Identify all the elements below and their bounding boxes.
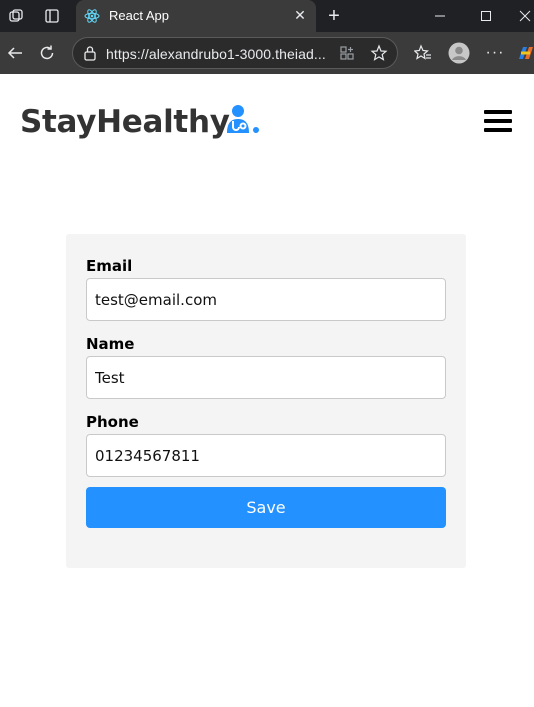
phone-label: Phone [86, 413, 139, 431]
browser-tab-strip: React App ✕ + [0, 0, 534, 32]
copilot-icon[interactable] [516, 38, 534, 68]
workspaces-icon[interactable] [4, 0, 28, 32]
address-url: https://alexandrubo1-3000.theiad... [106, 46, 326, 62]
profile-avatar-icon[interactable] [444, 38, 474, 68]
back-icon[interactable] [0, 38, 30, 68]
save-button[interactable]: Save [86, 487, 446, 528]
email-label: Email [86, 257, 133, 275]
minimize-icon[interactable] [428, 0, 452, 32]
tab-title: React App [109, 8, 169, 23]
name-label: Name [86, 335, 135, 353]
new-tab-icon[interactable]: + [322, 0, 346, 32]
close-window-icon[interactable] [516, 0, 534, 32]
email-field[interactable] [86, 278, 446, 321]
address-bar[interactable]: https://alexandrubo1-3000.theiad... [72, 37, 398, 69]
tab-actions-icon[interactable] [40, 0, 64, 32]
profile-form-card: Email Name Phone Save [66, 234, 466, 568]
favorites-icon[interactable] [408, 38, 438, 68]
name-field[interactable] [86, 356, 446, 399]
page-viewport: StayHealthy Email Name Phone Save [0, 74, 534, 707]
browser-toolbar: https://alexandrubo1-3000.theiad... ··· [0, 32, 534, 74]
lock-icon[interactable] [83, 45, 97, 66]
react-logo-icon [84, 8, 100, 24]
favorite-star-icon[interactable] [370, 44, 388, 67]
phone-field[interactable] [86, 434, 446, 477]
refresh-icon[interactable] [32, 38, 62, 68]
brand-logo-text[interactable]: StayHealthy [20, 104, 230, 140]
maximize-icon[interactable] [474, 0, 498, 32]
tab-react-app[interactable]: React App ✕ [76, 0, 316, 32]
hamburger-menu-icon[interactable] [484, 110, 512, 132]
doctor-icon [225, 104, 261, 136]
close-tab-icon[interactable]: ✕ [292, 7, 308, 23]
app-available-icon[interactable] [339, 45, 355, 66]
more-options-icon[interactable]: ··· [480, 38, 510, 68]
